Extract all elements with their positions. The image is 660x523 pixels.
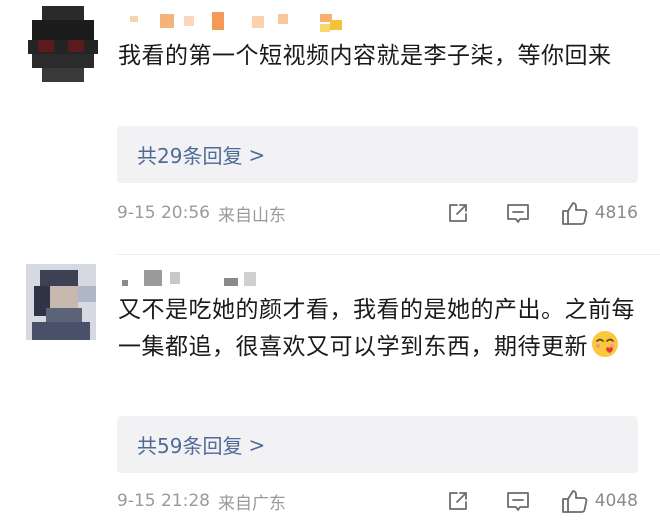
view-replies-button[interactable]: 共59条回复 >	[117, 416, 638, 473]
comment-item: 又不是吃她的颜才看，我看的是她的产出。之前每一集都追，很喜欢又可以学到东西，期待…	[0, 256, 660, 523]
share-icon	[448, 492, 467, 510]
chevron-right-icon: >	[248, 432, 266, 457]
share-button[interactable]	[443, 198, 473, 228]
comment-location: 来自广东	[217, 493, 286, 514]
comment-time: 9-15 21:28	[117, 491, 210, 511]
comment-meta: 9-15 21:28 来自广东 4048	[117, 486, 638, 516]
comment-button[interactable]	[503, 486, 533, 516]
smiling-face-with-heart-icon	[590, 329, 620, 359]
like-icon	[561, 490, 588, 513]
comment-icon	[506, 204, 529, 223]
comment-icon	[506, 492, 529, 511]
comment-actions: 4048	[443, 486, 638, 516]
comment-location: 来自山东	[217, 205, 286, 226]
like-button[interactable]: 4816	[561, 198, 638, 228]
reply-count-label: 共29条回复	[137, 144, 243, 168]
share-button[interactable]	[443, 486, 473, 516]
like-button[interactable]: 4048	[561, 486, 638, 516]
comment-text: 又不是吃她的颜才看，我看的是她的产出。之前每一集都追，很喜欢又可以学到东西，期待…	[118, 292, 638, 366]
divider	[117, 254, 660, 255]
comment-text: 我看的第一个短视频内容就是李子柒，等你回来	[118, 43, 612, 69]
comment-text-body: 又不是吃她的颜才看，我看的是她的产出。之前每一集都追，很喜欢又可以学到东西，期待…	[118, 297, 635, 360]
username-pixelated[interactable]	[120, 10, 360, 32]
comment-button[interactable]	[503, 198, 533, 228]
comment-meta: 9-15 20:56 来自山东 4816	[117, 198, 638, 228]
reply-count-label: 共59条回复	[137, 434, 243, 458]
avatar-pixelated[interactable]	[28, 6, 98, 82]
view-replies-button[interactable]: 共29条回复 >	[117, 126, 638, 183]
like-count: 4816	[594, 203, 638, 223]
comment-item: 我看的第一个短视频内容就是李子柒，等你回来 共29条回复 > 9-15 20:5…	[0, 0, 660, 256]
chevron-right-icon: >	[248, 142, 266, 167]
share-icon	[448, 204, 467, 222]
comment-actions: 4816	[443, 198, 638, 228]
username-pixelated[interactable]	[120, 268, 280, 290]
avatar-pixelated[interactable]	[26, 264, 96, 340]
like-icon	[561, 202, 588, 225]
like-count: 4048	[594, 491, 638, 511]
comment-time: 9-15 20:56	[117, 203, 210, 223]
